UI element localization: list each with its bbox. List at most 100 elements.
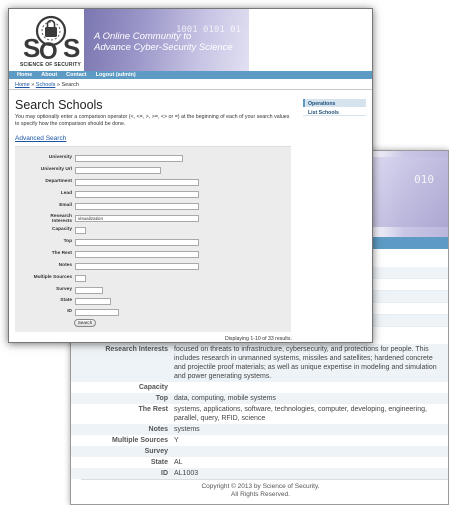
logo-graphic: S S O	[23, 15, 80, 65]
detail-label: State	[150, 459, 168, 466]
brand-name: SCIENCE OF SECURITY	[20, 62, 82, 68]
detail-label: Notes	[148, 426, 168, 433]
field-row-email: Email	[15, 203, 291, 211]
lead-input[interactable]	[75, 191, 199, 198]
nav-logout[interactable]: Logout (admin)	[96, 72, 136, 78]
id-input[interactable]	[75, 309, 119, 316]
detail-label: Top	[155, 395, 168, 402]
university-input[interactable]	[75, 155, 183, 162]
search-instructions: You may optionally enter a comparison op…	[15, 114, 290, 127]
nav-about[interactable]: About	[41, 72, 57, 78]
field-row-survey: Survey	[15, 287, 291, 295]
field-row-capacity: Capacity	[15, 227, 291, 235]
site-header: S S O SCIENCE OF SECURITY 1001 0101 01 A…	[9, 9, 372, 71]
field-row-notes: Notes	[15, 263, 291, 271]
detail-value: AL	[174, 459, 183, 466]
breadcrumb-divider	[9, 89, 372, 90]
detail-value: AL1003	[174, 470, 199, 477]
detail-label: ID	[161, 470, 168, 477]
the-rest-input[interactable]	[75, 251, 199, 258]
svg-text:O: O	[39, 38, 58, 63]
field-label: State	[60, 298, 72, 303]
field-row-state: State	[15, 298, 291, 306]
advanced-search-link[interactable]: Advanced Search	[15, 135, 66, 142]
tagline-line-2: Advance Cyber-Security Science	[94, 42, 233, 53]
footer-divider	[81, 479, 448, 480]
field-row-multiple-sources: Multiple Sources	[15, 275, 291, 283]
detail-value: systems	[174, 426, 200, 433]
field-label: Lead	[60, 191, 72, 196]
footer-rights: All Rights Reserved.	[231, 491, 290, 498]
screenshot-stage: 010 Research Interests focused on threat…	[0, 0, 449, 505]
detail-value: data, computing, mobile systems	[174, 395, 276, 402]
footer-copyright: Copyright © 2013 by Science of Security.	[201, 483, 320, 490]
field-row-university-url: University Url	[15, 167, 291, 175]
notes-input[interactable]	[75, 263, 199, 270]
multiple-sources-input[interactable]	[75, 275, 86, 282]
detail-label: The Rest	[138, 406, 168, 413]
field-label: Email	[59, 203, 72, 208]
survey-input[interactable]	[75, 287, 103, 294]
detail-value: Y	[174, 437, 179, 444]
state-input[interactable]	[75, 298, 111, 305]
field-row-the-rest: The Rest	[15, 251, 291, 259]
detail-row-research-interests: Research Interests focused on threats to…	[71, 344, 448, 382]
detail-table: Research Interests focused on threats to…	[71, 344, 448, 479]
detail-row-id: ID AL1003	[71, 468, 448, 479]
nav-home[interactable]: Home	[17, 72, 32, 78]
university-url-input[interactable]	[75, 167, 161, 174]
field-row-research-interests: Research Interests visualization	[15, 214, 291, 224]
page-footer: Copyright © 2013 by Science of Security.…	[71, 483, 448, 499]
detail-label: Multiple Sources	[111, 437, 168, 444]
field-label: Top	[63, 239, 72, 244]
detail-label: Survey	[144, 448, 168, 455]
field-row-lead: Lead	[15, 191, 291, 199]
field-row-id: ID	[15, 309, 291, 317]
field-label: Notes	[58, 263, 72, 268]
field-label: Department	[45, 179, 72, 184]
breadcrumb-current: Search	[61, 82, 79, 88]
operations-heading: Operations	[303, 99, 366, 107]
operations-list-schools[interactable]: List Schools	[303, 108, 366, 116]
field-label: University Url	[40, 167, 72, 172]
site-tagline: A Online Community to Advance Cyber-Secu…	[94, 31, 233, 53]
breadcrumb-home[interactable]: Home	[15, 82, 30, 88]
detail-row-the-rest: The Rest systems, applications, software…	[71, 404, 448, 424]
detail-value: systems, applications, software, technol…	[174, 406, 427, 422]
field-row-university: University	[15, 155, 291, 163]
banner-art	[370, 157, 448, 227]
field-row-top: Top	[15, 239, 291, 247]
tagline-line-1: A Online Community to	[94, 31, 192, 42]
nav-contact[interactable]: Contact	[66, 72, 86, 78]
detail-row-survey: Survey	[71, 446, 448, 457]
detail-row-multiple-sources: Multiple Sources Y	[71, 435, 448, 446]
field-label: ID	[67, 309, 72, 314]
svg-text:S: S	[63, 33, 80, 63]
page-title: Search Schools	[15, 98, 103, 112]
search-form: University University Url Department Lea…	[15, 146, 291, 332]
email-input[interactable]	[75, 203, 199, 210]
detail-row-notes: Notes systems	[71, 424, 448, 435]
field-label: Research Interests	[50, 214, 72, 224]
main-nav: Home About Contact Logout (admin)	[9, 71, 372, 79]
breadcrumb: Home » Schools » Search	[15, 82, 79, 88]
results-summary: Displaying 1-10 of 33 results.	[225, 336, 292, 342]
detail-row-top: Top data, computing, mobile systems	[71, 393, 448, 404]
field-label: Multiple Sources	[33, 275, 72, 280]
capacity-input[interactable]	[75, 227, 86, 234]
field-label: Capacity	[52, 227, 72, 232]
detail-label: Research Interests	[105, 346, 168, 353]
research-interests-input[interactable]: visualization	[75, 215, 199, 222]
detail-value: focused on threats to infrastructure, cy…	[174, 346, 437, 380]
detail-label: Capacity	[138, 384, 168, 391]
breadcrumb-schools[interactable]: Schools	[36, 82, 56, 88]
detail-row-capacity: Capacity	[71, 382, 448, 393]
department-input[interactable]	[75, 179, 199, 186]
detail-row-state: State AL	[71, 457, 448, 468]
padlock-logo-icon[interactable]: S S O SCIENCE OF SECURITY	[17, 13, 85, 69]
svg-text:S: S	[23, 33, 40, 63]
search-button[interactable]: Search	[74, 319, 96, 327]
top-input[interactable]	[75, 239, 199, 246]
banner-binary-decoration: 010	[414, 173, 434, 186]
search-schools-window: S S O SCIENCE OF SECURITY 1001 0101 01 A…	[8, 8, 373, 343]
